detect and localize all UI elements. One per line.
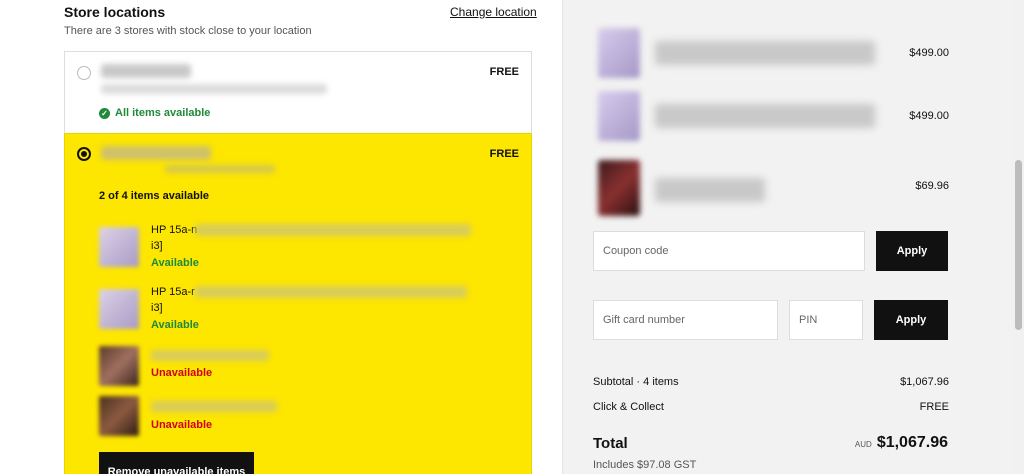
product-name-redacted (195, 286, 467, 298)
remove-unavailable-button[interactable]: Remove unavailable items (99, 452, 254, 474)
store-address-redacted (101, 84, 327, 94)
store-name-redacted (101, 64, 191, 78)
store-product-item: Unavailable (99, 396, 499, 446)
cart-item: $499.00 (593, 28, 949, 78)
gift-card-apply-button[interactable]: Apply (874, 300, 948, 340)
section-subtitle: There are 3 stores with stock close to y… (64, 25, 312, 37)
product-thumbnail (598, 28, 640, 78)
store-product-item: HP 15a-n i3] Available (99, 222, 499, 272)
subtotal-row: Subtotal · 4 items $1,067.96 (593, 376, 949, 388)
product-thumbnail (598, 160, 640, 216)
product-name-redacted (195, 224, 471, 236)
product-name-redacted (151, 350, 269, 361)
gst-note: Includes $97.08 GST (593, 459, 697, 471)
product-name-redacted (655, 41, 875, 65)
store-address-redacted (165, 165, 275, 173)
coupon-code-input[interactable]: Coupon code (593, 231, 865, 271)
availability-status: ✓ All items available (99, 107, 210, 119)
page-scrollbar[interactable] (1012, 0, 1024, 474)
product-thumbnail (99, 396, 139, 436)
click-collect-value: FREE (919, 401, 949, 413)
availability-label: All items available (115, 107, 211, 119)
store-name-redacted (101, 146, 211, 160)
subtotal-label: Subtotal · 4 items (593, 376, 679, 388)
cart-item: $499.00 (593, 91, 949, 141)
coupon-apply-button[interactable]: Apply (876, 231, 948, 271)
store-price: FREE (489, 66, 519, 78)
product-name-redacted (655, 178, 765, 202)
product-thumbnail (99, 227, 139, 267)
product-status: Available (151, 257, 199, 269)
subtotal-value: $1,067.96 (900, 376, 949, 388)
gift-card-input[interactable]: Gift card number (593, 300, 778, 340)
product-thumbnail (598, 91, 640, 141)
currency-label: AUD (854, 440, 872, 449)
store-option-1[interactable]: FREE ✓ All items available (64, 51, 532, 134)
item-price: $499.00 (909, 47, 949, 59)
click-collect-row: Click & Collect FREE (593, 401, 949, 413)
item-price: $69.96 (915, 180, 949, 192)
store-locations-panel: Store locations Change location There ar… (0, 0, 562, 474)
product-thumbnail (99, 289, 139, 329)
product-status: Available (151, 319, 199, 331)
product-thumbnail (99, 346, 139, 386)
product-name-redacted (151, 401, 277, 412)
store-product-item: HP 15a-r i3] Available (99, 284, 499, 334)
product-status: Unavailable (151, 419, 213, 431)
store-option-2[interactable]: FREE 2 of 4 items available HP 15a-n i3]… (64, 133, 532, 474)
section-title: Store locations (64, 4, 166, 20)
total-amount: $1,067.96 (876, 434, 948, 451)
store-product-item: Unavailable (99, 346, 499, 396)
pin-input[interactable]: PIN (789, 300, 863, 340)
product-status: Unavailable (151, 367, 213, 379)
order-summary-panel: $499.00 $499.00 $69.96 Coupon code Apply… (562, 0, 1012, 474)
check-circle-icon: ✓ (99, 107, 110, 119)
click-collect-label: Click & Collect (593, 401, 664, 413)
store-price: FREE (489, 148, 519, 160)
store-radio-1[interactable] (77, 66, 91, 80)
total-label: Total (593, 435, 628, 452)
product-name-redacted (655, 104, 875, 128)
store-radio-2-selected[interactable] (77, 147, 91, 161)
item-price: $499.00 (909, 110, 949, 122)
total-value: AUD $1,067.96 (855, 434, 948, 452)
items-available-count: 2 of 4 items available (99, 190, 210, 202)
cart-item: $69.96 (593, 160, 949, 216)
scrollbar-thumb[interactable] (1015, 160, 1022, 330)
change-location-link[interactable]: Change location (450, 5, 537, 19)
